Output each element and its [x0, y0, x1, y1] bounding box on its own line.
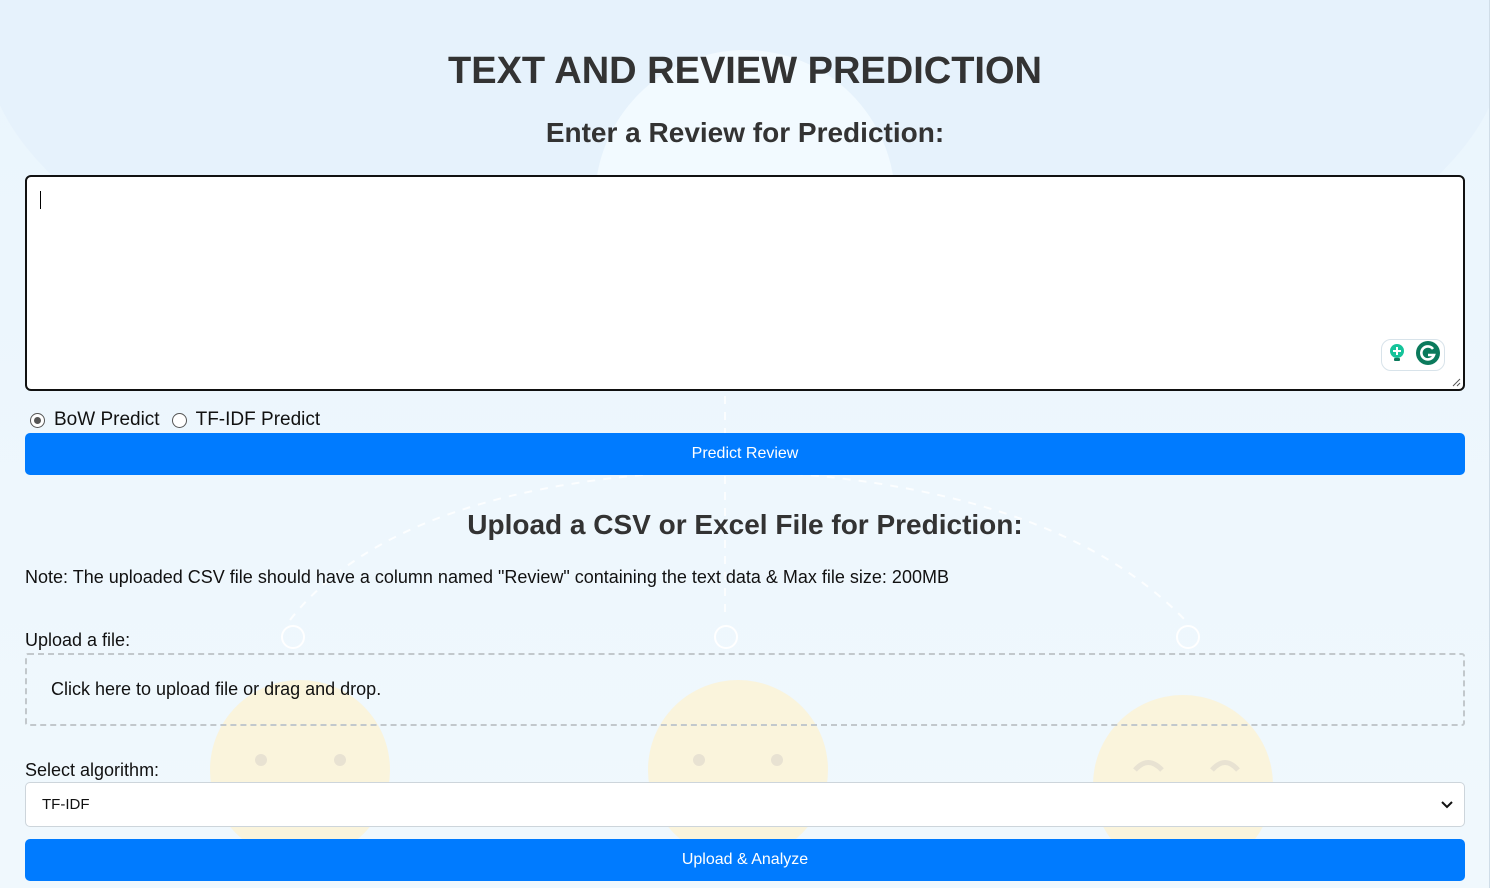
lightbulb-icon[interactable] [1386, 342, 1408, 369]
bow-radio[interactable] [30, 412, 45, 428]
tfidf-radio[interactable] [171, 412, 187, 428]
upload-heading: Upload a CSV or Excel File for Predictio… [467, 509, 1023, 540]
grammarly-widget[interactable] [1381, 339, 1445, 371]
dropzone-text: Click here to upload file or drag and dr… [51, 679, 382, 699]
file-dropzone[interactable]: Click here to upload file or drag and dr… [25, 653, 1465, 726]
file-upload-label: Upload a file: [25, 630, 131, 650]
review-textarea[interactable] [25, 175, 1465, 391]
predict-review-button[interactable]: Predict Review [25, 433, 1465, 475]
window-edge [1490, 0, 1501, 888]
text-caret [40, 191, 41, 209]
page-background: TEXT AND REVIEW PREDICTION Enter a Revie… [0, 0, 1490, 888]
page-title: TEXT AND REVIEW PREDICTION [448, 50, 1042, 92]
resize-handle-icon[interactable] [1451, 377, 1461, 387]
model-radio-group: BoW Predict TF-IDF Predict [30, 409, 332, 431]
tfidf-radio-label[interactable]: TF-IDF Predict [196, 409, 321, 431]
grammarly-g-icon[interactable] [1415, 340, 1441, 371]
chevron-down-icon [1441, 800, 1453, 808]
review-heading: Enter a Review for Prediction: [545, 117, 945, 148]
algorithm-selected-value: TF-IDF [42, 796, 90, 813]
algorithm-label: Select algorithm: [25, 760, 160, 780]
upload-analyze-button[interactable]: Upload & Analyze [25, 839, 1465, 881]
upload-note: Note: The uploaded CSV file should have … [25, 567, 949, 587]
bow-radio-label[interactable]: BoW Predict [54, 409, 160, 431]
algorithm-select[interactable]: TF-IDF [25, 782, 1465, 827]
